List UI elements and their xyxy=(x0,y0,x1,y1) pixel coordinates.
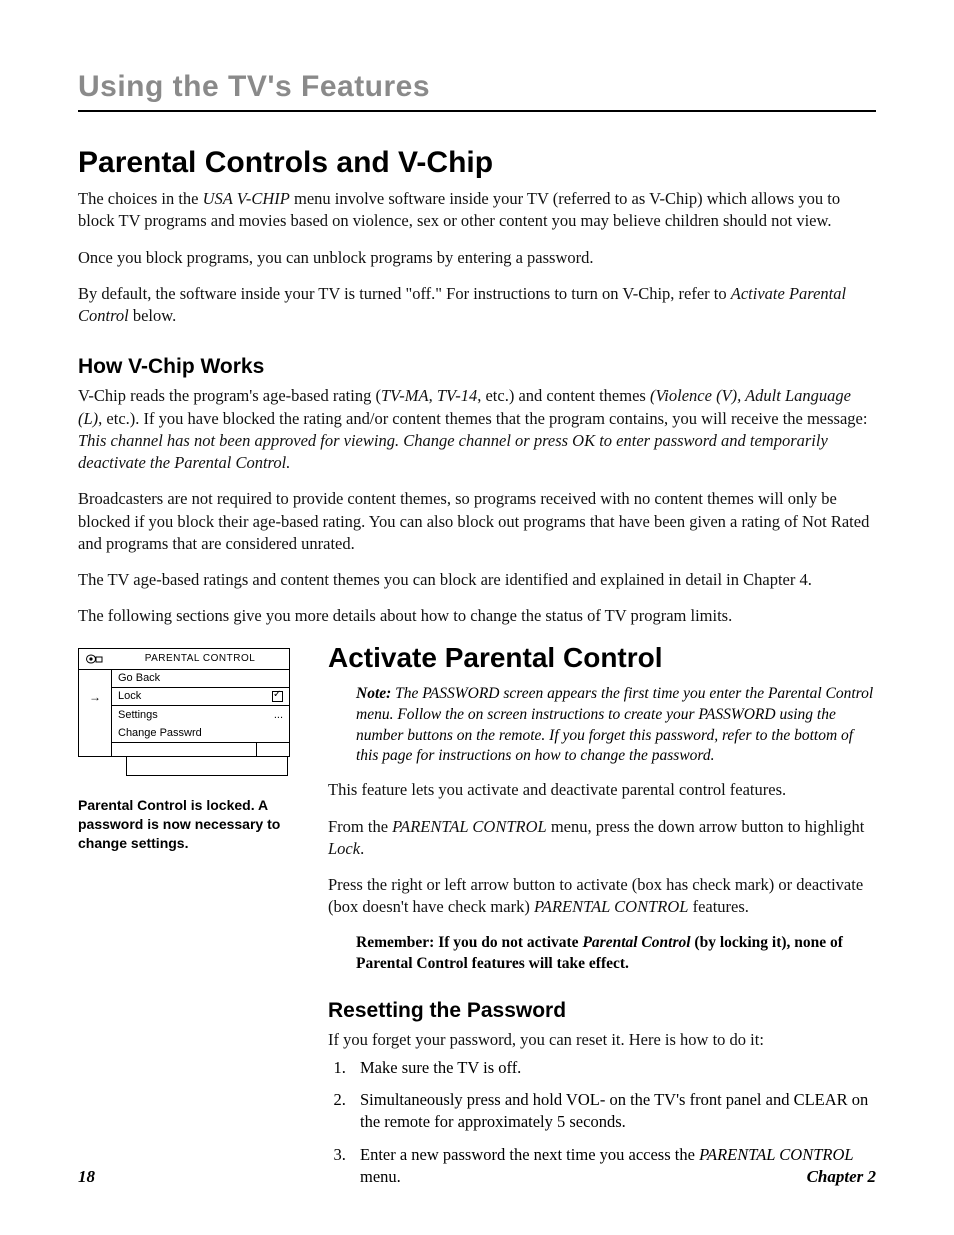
page-number: 18 xyxy=(78,1167,95,1187)
how-paragraph-4: The following sections give you more det… xyxy=(78,605,876,627)
right-text-column: Activate Parental Control Note: The PASS… xyxy=(328,642,876,1198)
menu-item-go-back: Go Back xyxy=(118,672,160,684)
menu-item-settings: Settings xyxy=(118,709,158,721)
intro-paragraph-3: By default, the software inside your TV … xyxy=(78,283,876,328)
lock-checkbox-icon xyxy=(272,691,283,702)
page-footer: 18 Chapter 2 xyxy=(78,1167,876,1187)
intro-paragraph-2: Once you block programs, you can unblock… xyxy=(78,247,876,269)
menu-item-settings-ellipsis: ... xyxy=(274,709,283,721)
section-heading-parental: Parental Controls and V-Chip xyxy=(78,146,876,180)
menu-item-lock: Lock xyxy=(118,690,141,702)
subheading-how-vchip: How V-Chip Works xyxy=(78,355,876,379)
figure-column: PARENTAL CONTROL Go Back → Lock Se xyxy=(78,642,298,853)
subheading-reset-password: Resetting the Password xyxy=(328,999,876,1023)
section-heading-activate: Activate Parental Control xyxy=(328,642,876,674)
intro-paragraph-1: The choices in the USA V-CHIP menu invol… xyxy=(78,188,876,233)
activate-paragraph-3: Press the right or left arrow button to … xyxy=(328,874,876,919)
heading-rule xyxy=(78,110,876,112)
arrow-right-icon: → xyxy=(79,688,111,706)
reset-step-1: Make sure the TV is off. xyxy=(350,1057,876,1079)
how-paragraph-2: Broadcasters are not required to provide… xyxy=(78,488,876,555)
parental-control-menu-figure: PARENTAL CONTROL Go Back → Lock Se xyxy=(78,648,290,757)
activate-paragraph-2: From the PARENTAL CONTROL menu, press th… xyxy=(328,816,876,861)
menu-item-change-password: Change Passwrd xyxy=(118,727,202,739)
chapter-heading: Using the TV's Features xyxy=(78,70,876,104)
remember-block: Remember: If you do not activate Parenta… xyxy=(356,933,876,975)
menu-callout-box xyxy=(126,756,288,776)
note-block: Note: The PASSWORD screen appears the fi… xyxy=(356,684,876,768)
how-paragraph-3: The TV age-based ratings and content the… xyxy=(78,569,876,591)
chapter-label: Chapter 2 xyxy=(807,1167,876,1187)
eye-lock-icon xyxy=(79,649,111,669)
menu-title: PARENTAL CONTROL xyxy=(111,653,289,664)
manual-page: Using the TV's Features Parental Control… xyxy=(0,0,954,1235)
reset-step-2: Simultaneously press and hold VOL- on th… xyxy=(350,1089,876,1134)
how-paragraph-1: V-Chip reads the program's age-based rat… xyxy=(78,385,876,474)
figure-caption: Parental Control is locked. A password i… xyxy=(78,796,288,853)
activate-paragraph-1: This feature lets you activate and deact… xyxy=(328,779,876,801)
reset-intro: If you forget your password, you can res… xyxy=(328,1029,876,1051)
